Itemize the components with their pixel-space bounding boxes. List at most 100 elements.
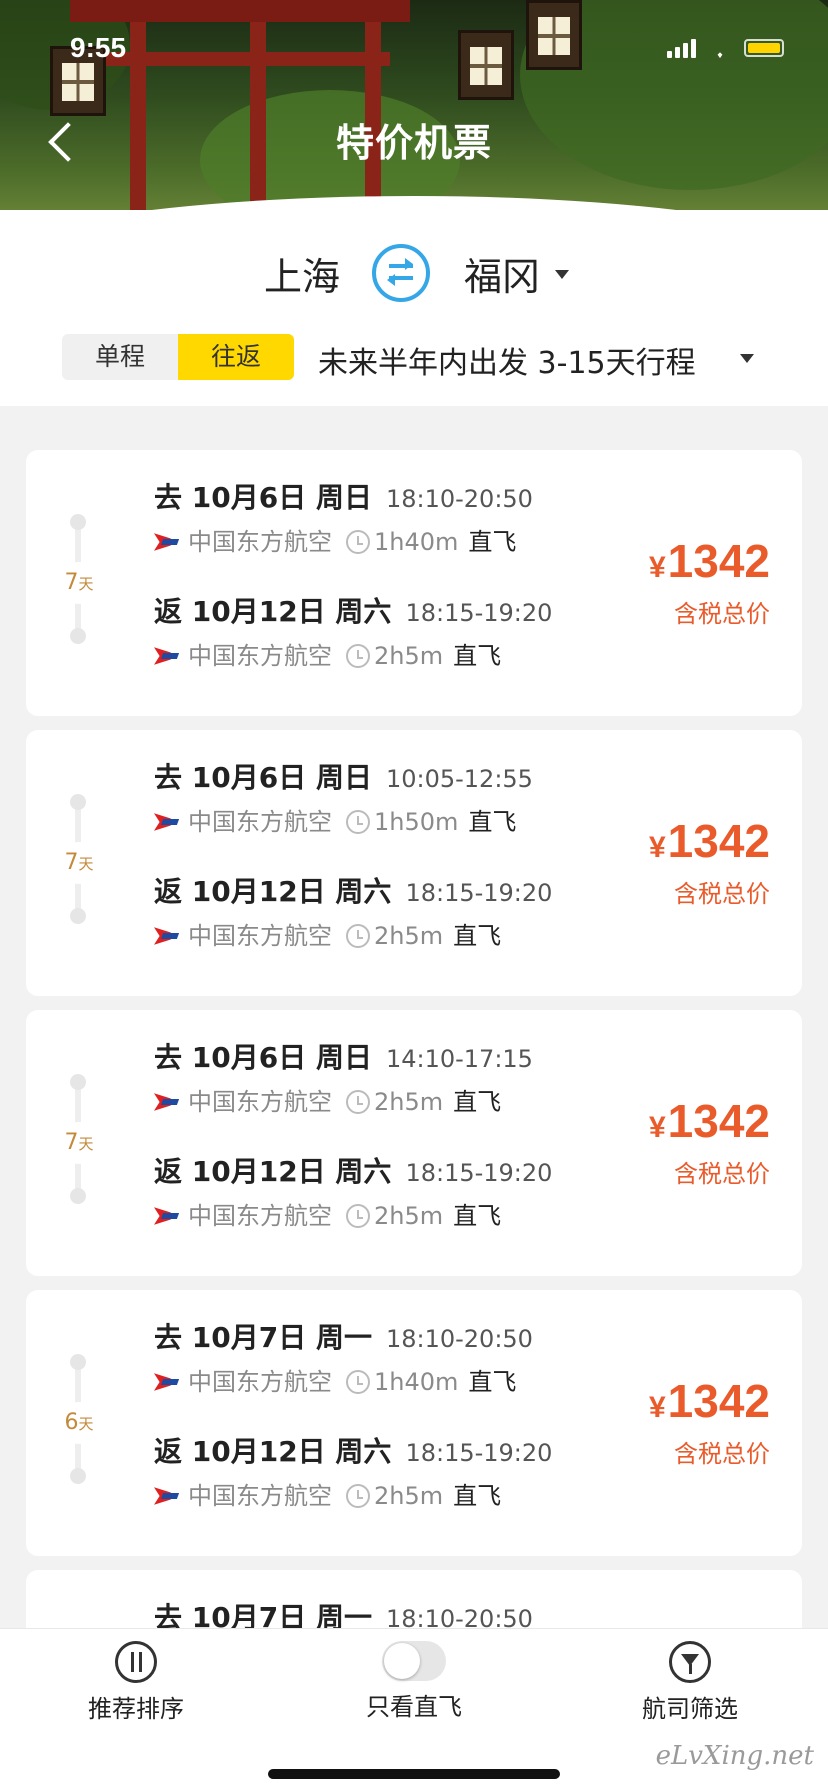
return-date: 返 10月12日 周六 [154, 595, 392, 628]
outbound-date: 去 10月6日 周日 [154, 1041, 372, 1074]
flight-duration: 2h5m [374, 1202, 444, 1230]
sort-icon [115, 1641, 157, 1683]
flight-card[interactable]: 7天 去 10月6日 周日 14:10-17:15 中国东方航空 2h5m 直飞 返 … [26, 1010, 802, 1276]
china-eastern-logo-icon [154, 645, 182, 667]
clock-icon [346, 530, 370, 554]
return-date: 返 10月12日 周六 [154, 1155, 392, 1188]
torii-gate [70, 0, 410, 22]
price-box: ¥1342 含税总价 [649, 814, 770, 909]
price-note: 含税总价 [674, 600, 770, 628]
outbound-date: 去 10月7日 周一 [154, 1321, 372, 1354]
china-eastern-logo-icon [154, 1371, 182, 1393]
sort-label: 推荐排序 [88, 1695, 184, 1723]
outbound-time: 10:05-12:55 [385, 765, 533, 793]
watermark: eLvXing.net [655, 1741, 814, 1771]
airline-name: 中国东方航空 [188, 1482, 332, 1510]
return-date: 返 10月12日 周六 [154, 1435, 392, 1468]
airline-filter-button[interactable]: 航司筛选 [600, 1641, 780, 1724]
direct-flight-label: 直飞 [453, 642, 502, 670]
return-date: 返 10月12日 周六 [154, 875, 392, 908]
price-note: 含税总价 [674, 1160, 770, 1188]
clock-icon [346, 1484, 370, 1508]
header-banner: 9:55 特价机票 [0, 0, 828, 230]
search-panel: 上海 福冈 单程 往返 未来半年内出发 3-15天行程 [0, 210, 828, 406]
direct-flight-label: 直飞 [453, 922, 502, 950]
airline-name: 中国东方航空 [188, 1088, 332, 1116]
clock-icon [346, 1204, 370, 1228]
flight-duration: 2h5m [374, 922, 444, 950]
toggle-switch[interactable] [382, 1641, 446, 1681]
airline-name: 中国东方航空 [188, 808, 332, 836]
signal-icon [667, 38, 696, 58]
total-price: ¥1342 [648, 815, 770, 867]
swap-cities-button[interactable] [372, 244, 430, 302]
flight-duration: 1h50m [374, 808, 459, 836]
outbound-leg: 去 10月6日 周日 14:10-17:15 中国东方航空 2h5m 直飞 [154, 1038, 674, 1120]
airline-name: 中国东方航空 [188, 528, 332, 556]
wifi-icon [706, 38, 734, 58]
flight-card[interactable]: 6天 去 10月7日 周一 18:10-20:50 中国东方航空 1h40m 直飞 返… [26, 1290, 802, 1556]
direct-flight-label: 直飞 [453, 1088, 502, 1116]
direct-only-toggle[interactable]: 只看直飞 [324, 1641, 504, 1722]
flight-card[interactable]: 7天 去 10月6日 周日 18:10-20:50 中国东方航空 1h40m 直飞 返… [26, 450, 802, 716]
travel-period[interactable]: 未来半年内出发 3-15天行程 [318, 338, 696, 382]
china-eastern-logo-icon [154, 925, 182, 947]
direct-flight-label: 直飞 [468, 1368, 517, 1396]
clock-icon [346, 924, 370, 948]
round-trip-tab[interactable]: 往返 [178, 334, 294, 380]
chevron-down-icon[interactable] [740, 354, 754, 363]
flight-duration: 2h5m [374, 1482, 444, 1510]
one-way-tab[interactable]: 单程 [62, 334, 178, 380]
status-time: 9:55 [70, 32, 127, 63]
outbound-date: 去 10月6日 周日 [154, 481, 372, 514]
destination-city[interactable]: 福冈 [464, 246, 540, 301]
price-box: ¥1342 含税总价 [649, 534, 770, 629]
status-icons [667, 38, 784, 58]
chevron-down-icon[interactable] [555, 270, 569, 279]
outbound-leg: 去 10月7日 周一 18:10-20:50 中国东方航空 1h40m 直飞 [154, 1318, 674, 1400]
outbound-time: 18:10-20:50 [385, 1325, 533, 1353]
china-eastern-logo-icon [154, 1205, 182, 1227]
direct-flight-label: 直飞 [468, 808, 517, 836]
total-price: ¥1342 [648, 535, 770, 587]
return-leg: 返 10月12日 周六 18:15-19:20 中国东方航空 2h5m 直飞 [154, 1152, 674, 1234]
china-eastern-logo-icon [154, 531, 182, 553]
return-leg: 返 10月12日 周六 18:15-19:20 中国东方航空 2h5m 直飞 [154, 1432, 674, 1514]
outbound-leg: 去 10月6日 周日 10:05-12:55 中国东方航空 1h50m 直飞 [154, 758, 674, 840]
return-time: 18:15-19:20 [405, 599, 553, 627]
total-price: ¥1342 [648, 1375, 770, 1427]
trip-days-badge: 7天 [58, 842, 100, 884]
china-eastern-logo-icon [154, 811, 182, 833]
airline-filter-label: 航司筛选 [642, 1695, 738, 1723]
airline-name: 中国东方航空 [188, 642, 332, 670]
return-time: 18:15-19:20 [405, 1439, 553, 1467]
trip-type-toggle: 单程 往返 [62, 334, 294, 380]
battery-icon [744, 39, 784, 57]
departure-city[interactable]: 上海 [264, 246, 340, 301]
airline-name: 中国东方航空 [188, 922, 332, 950]
airline-name: 中国东方航空 [188, 1202, 332, 1230]
outbound-leg: 去 10月6日 周日 18:10-20:50 中国东方航空 1h40m 直飞 [154, 478, 674, 560]
clock-icon [346, 1370, 370, 1394]
home-indicator[interactable] [268, 1769, 560, 1779]
price-box: ¥1342 含税总价 [649, 1094, 770, 1189]
return-time: 18:15-19:20 [405, 879, 553, 907]
flight-duration: 2h5m [374, 642, 444, 670]
trip-days-badge: 7天 [58, 562, 100, 604]
clock-icon [346, 810, 370, 834]
bottom-toolbar: 推荐排序 只看直飞 航司筛选 eLvXing.net [0, 1628, 828, 1792]
airline-name: 中国东方航空 [188, 1368, 332, 1396]
route-selector: 上海 福冈 [0, 238, 828, 308]
clock-icon [346, 1090, 370, 1114]
direct-flight-label: 直飞 [468, 528, 517, 556]
return-leg: 返 10月12日 周六 18:15-19:20 中国东方航空 2h5m 直飞 [154, 872, 674, 954]
return-leg: 返 10月12日 周六 18:15-19:20 中国东方航空 2h5m 直飞 [154, 592, 674, 674]
page-title: 特价机票 [335, 121, 492, 165]
price-note: 含税总价 [674, 880, 770, 908]
sort-button[interactable]: 推荐排序 [46, 1641, 226, 1724]
trip-days-badge: 7天 [58, 1122, 100, 1164]
price-box: ¥1342 含税总价 [649, 1374, 770, 1469]
total-price: ¥1342 [648, 1095, 770, 1147]
china-eastern-logo-icon [154, 1091, 182, 1113]
flight-card[interactable]: 7天 去 10月6日 周日 10:05-12:55 中国东方航空 1h50m 直飞 返… [26, 730, 802, 996]
